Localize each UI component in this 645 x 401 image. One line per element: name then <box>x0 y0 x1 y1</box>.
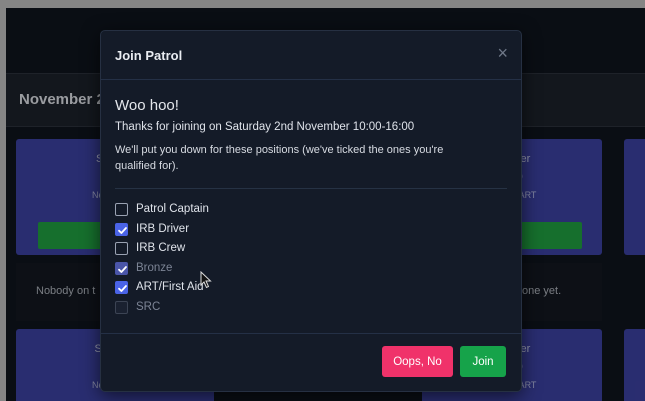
position-option-label: ART/First Aid <box>136 281 204 293</box>
modal-footer-divider <box>101 333 521 334</box>
join-patrol-modal: Join Patrol × Woo hoo! Thanks for joinin… <box>100 30 522 392</box>
modal-title: Join Patrol <box>115 48 183 63</box>
position-checkbox[interactable] <box>115 222 128 236</box>
position-checkbox <box>115 261 128 275</box>
join-button[interactable]: Join <box>460 346 506 377</box>
thanks-message: Thanks for joining on Saturday 2nd Novem… <box>115 121 415 133</box>
cancel-button[interactable]: Oops, No <box>382 346 453 377</box>
modal-header: Join Patrol × <box>101 31 521 80</box>
position-checkbox[interactable] <box>115 203 128 216</box>
position-checkbox[interactable] <box>115 281 128 294</box>
position-checkbox[interactable] <box>115 242 128 255</box>
position-option-label: Patrol Captain <box>136 203 209 215</box>
divider <box>115 188 507 189</box>
position-option-label: SRC <box>136 300 161 313</box>
positions-message: We'll put you down for these positions (… <box>115 144 444 172</box>
position-option-label: IRB Crew <box>136 242 186 254</box>
position-option-label: IRB Driver <box>136 222 190 235</box>
position-option-label: Bronze <box>136 261 173 274</box>
check-icon <box>118 226 127 234</box>
position-checkbox <box>115 300 128 314</box>
greeting-heading: Woo hoo! <box>115 97 179 114</box>
close-icon[interactable]: × <box>497 44 508 62</box>
check-icon <box>118 265 127 273</box>
check-icon <box>118 285 127 292</box>
mouse-cursor-icon <box>200 271 212 289</box>
